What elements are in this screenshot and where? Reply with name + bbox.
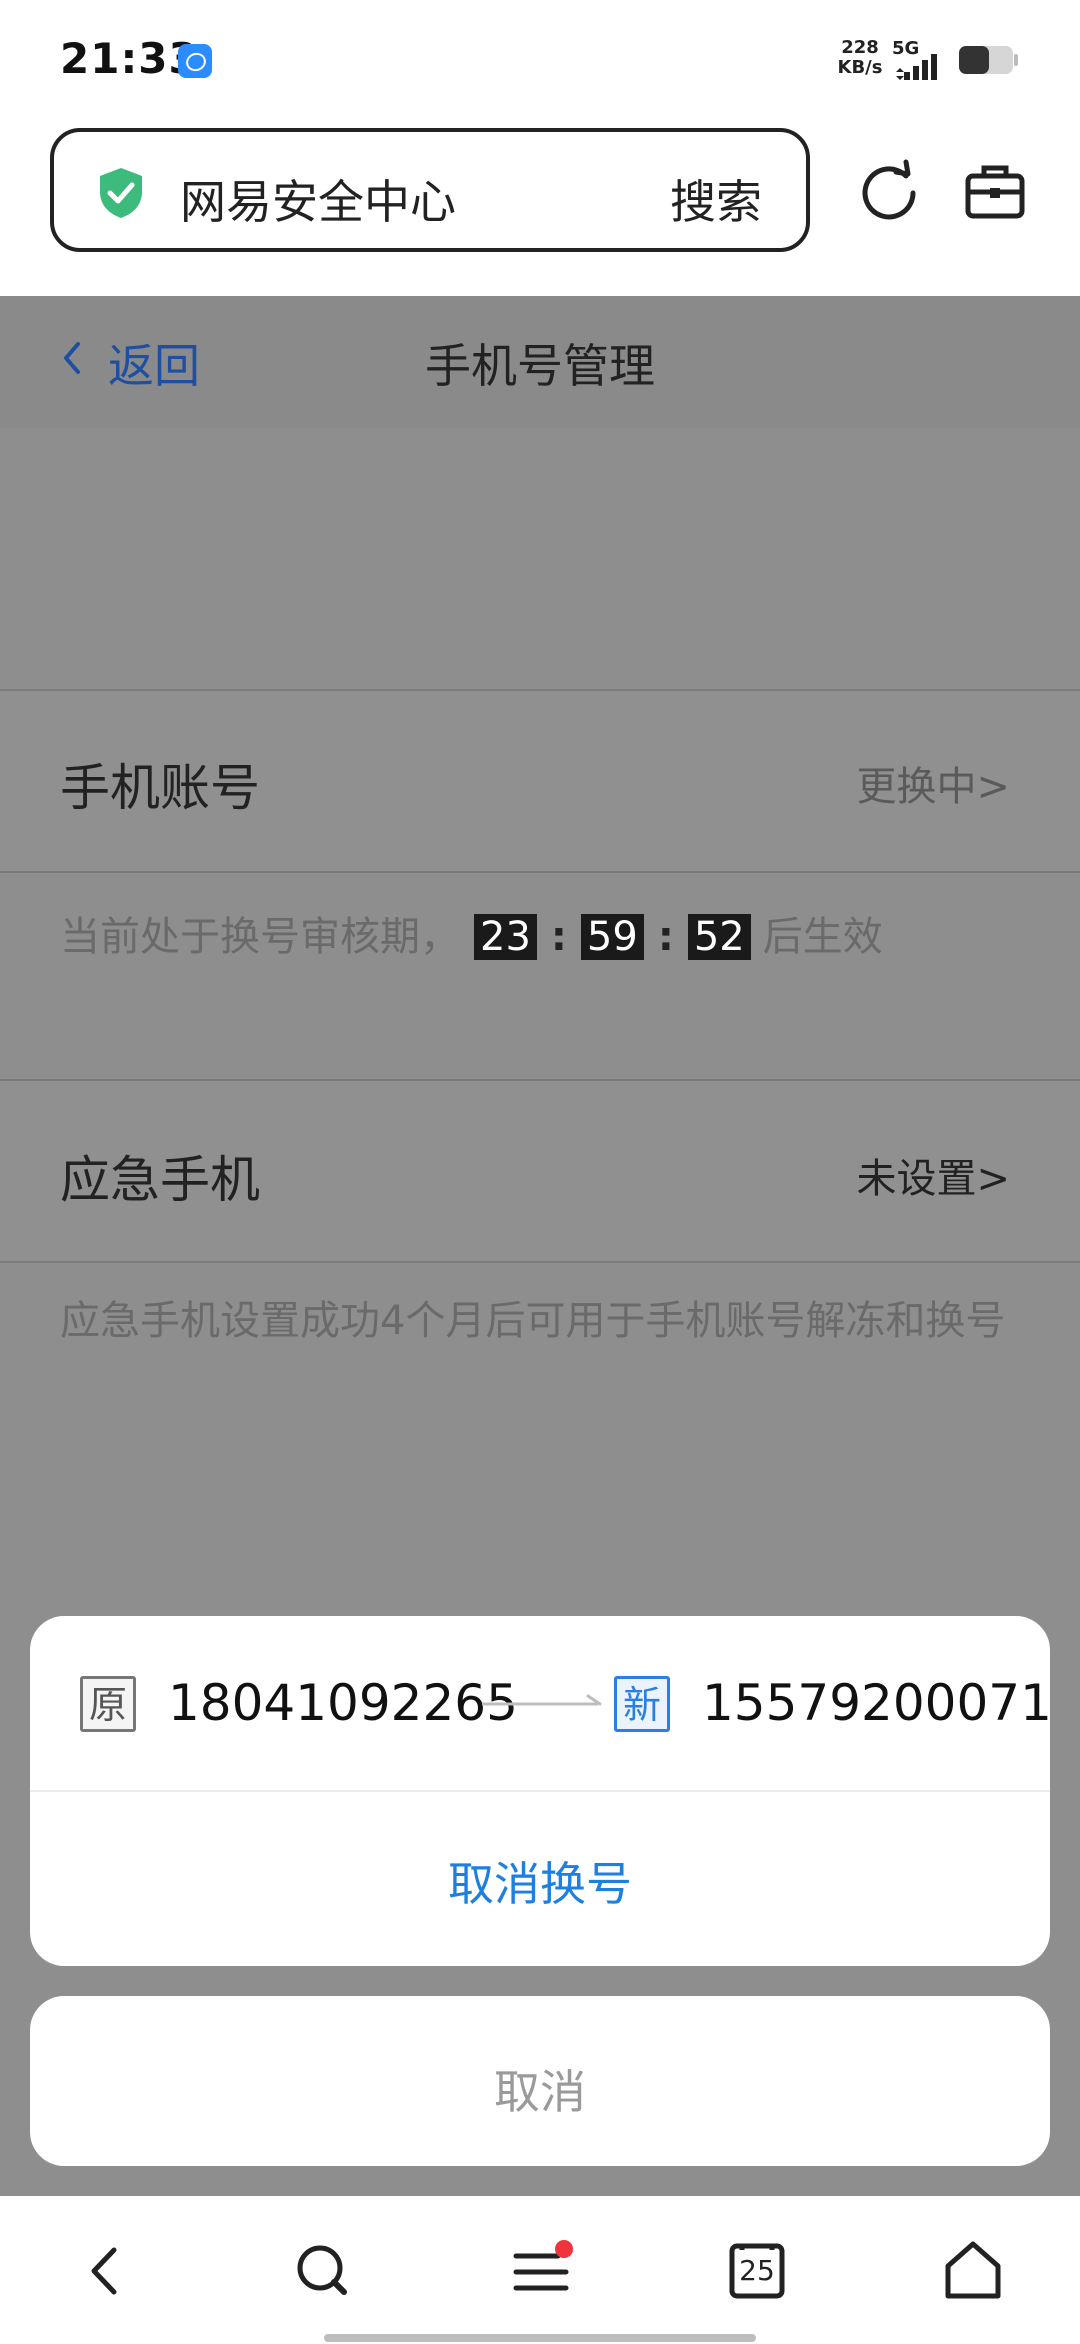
countdown-separator: :	[550, 914, 567, 960]
network-speed-value: 228	[841, 37, 879, 58]
countdown-separator: :	[657, 914, 674, 960]
back-icon[interactable]	[72, 2236, 142, 2306]
search-button[interactable]: 搜索	[670, 166, 762, 232]
cancel-button[interactable]: 取消	[30, 2056, 1050, 2122]
notification-dot	[555, 2240, 573, 2258]
new-number: 15579200071	[702, 1674, 1052, 1732]
cancel-number-change-button[interactable]: 取消换号	[30, 1848, 1050, 1914]
home-indicator[interactable]	[324, 2334, 756, 2342]
refresh-icon[interactable]	[856, 158, 922, 224]
search-query-text[interactable]: 网易安全中心	[180, 166, 456, 232]
phone-account-status-link[interactable]: 更换中>	[760, 754, 1010, 812]
emergency-phone-description: 应急手机设置成功4个月后可用于手机账号解冻和换号	[60, 1298, 1006, 1344]
battery-icon	[959, 46, 1018, 74]
emergency-phone-status-link[interactable]: 未设置>	[760, 1146, 1010, 1204]
review-notice: 当前处于换号审核期， 23:59:52 后生效	[60, 904, 883, 962]
tabs-button[interactable]: 25	[722, 2236, 792, 2306]
phone-account-title: 手机账号	[60, 759, 260, 817]
toolbox-icon[interactable]	[962, 158, 1028, 224]
arrow-right-icon	[482, 1694, 602, 1706]
tabs-count: 25	[739, 2254, 775, 2287]
divider	[30, 1790, 1050, 1792]
original-tag: 原	[80, 1676, 136, 1732]
search-icon[interactable]	[288, 2236, 358, 2306]
original-number: 18041092265	[168, 1674, 518, 1732]
divider	[0, 1261, 1080, 1263]
review-notice-suffix: 后生效	[762, 914, 883, 960]
page-title: 手机号管理	[425, 339, 655, 393]
countdown-seconds: 52	[687, 914, 751, 960]
new-tag: 新	[614, 1676, 670, 1732]
countdown-minutes: 59	[580, 914, 644, 960]
review-notice-prefix: 当前处于换号审核期，	[60, 914, 460, 960]
app-notification-icon	[178, 44, 212, 78]
security-shield-icon	[100, 168, 142, 218]
emergency-phone-title: 应急手机	[60, 1151, 260, 1209]
divider	[0, 871, 1080, 873]
signal-icon	[896, 54, 937, 80]
network-speed-unit: KB/s	[837, 57, 883, 78]
countdown-hours: 23	[474, 914, 537, 960]
menu-icon[interactable]	[506, 2236, 576, 2306]
home-icon[interactable]	[938, 2236, 1008, 2306]
network-speed: 228 KB/s	[830, 38, 890, 78]
